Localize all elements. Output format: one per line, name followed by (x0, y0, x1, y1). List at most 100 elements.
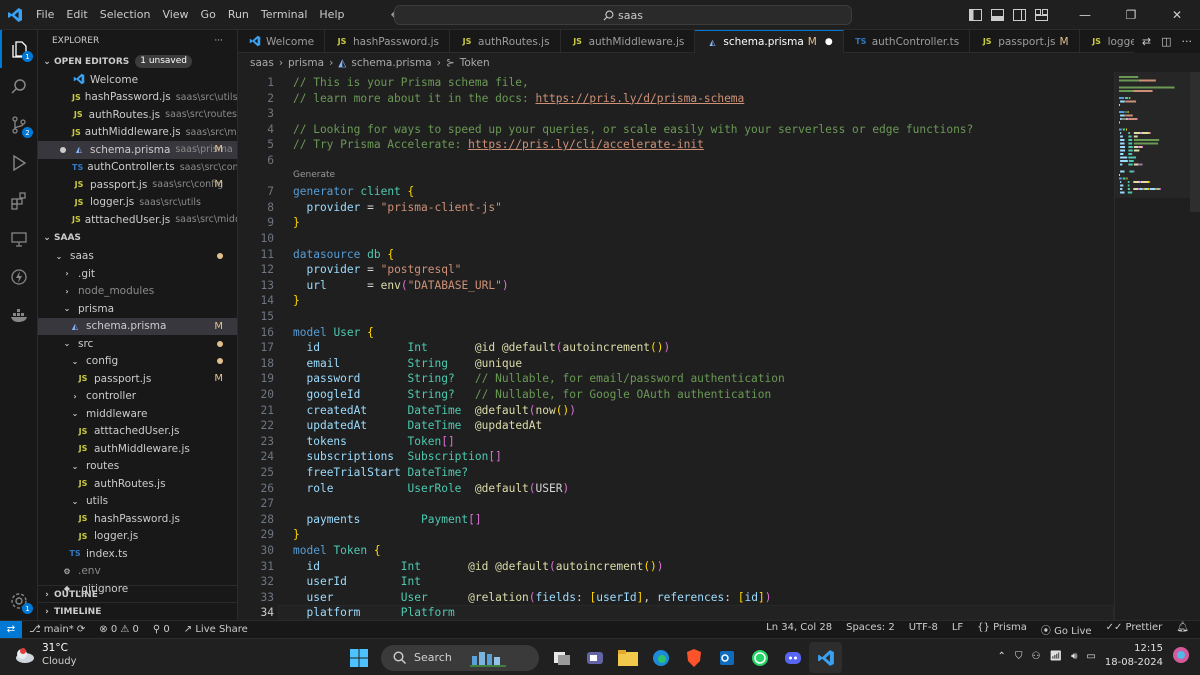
open-editor-item[interactable]: JSauthMiddleware.js saas\src\midd... (38, 124, 237, 142)
live-share-button[interactable]: ↗ Live Share (177, 624, 255, 635)
open-editors-section[interactable]: ⌄ OPEN EDITORS 1 unsaved (38, 52, 237, 71)
extensions-icon[interactable] (0, 182, 38, 220)
encoding[interactable]: UTF-8 (902, 622, 945, 637)
folder-item[interactable]: ⌄ routes (38, 458, 237, 476)
open-editor-item[interactable]: ◭ schema.prisma saas\prisma M (38, 141, 237, 159)
timeline-section[interactable]: › TIMELINE (38, 602, 237, 620)
teams-meet-icon[interactable] (578, 642, 611, 673)
problems-indicator[interactable]: ⊗ 0 ⚠ 0 (92, 624, 146, 635)
more-actions-icon[interactable]: ··· (214, 36, 223, 46)
menu-item-view[interactable]: View (156, 0, 194, 30)
open-editor-item[interactable]: JS logger.js saas\src\utils (38, 194, 237, 212)
restore-icon[interactable]: ❐ (1108, 0, 1154, 30)
split-editor-icon[interactable]: ◫ (1161, 35, 1171, 48)
git-branch[interactable]: ⎇ main* ⟳ (22, 624, 92, 635)
compare-icon[interactable]: ⇄ (1142, 35, 1151, 48)
file-item[interactable]: TS index.ts (38, 545, 237, 563)
tab-hashpassword-js[interactable]: JS hashPassword.js (325, 30, 451, 53)
file-item[interactable]: JS authMiddleware.js (38, 440, 237, 458)
menu-item-go[interactable]: Go (195, 0, 222, 30)
wifi-icon[interactable]: 📶︎ (1049, 651, 1062, 662)
notifications-bell-icon[interactable]: 🔔︎ (1169, 622, 1196, 637)
menu-item-terminal[interactable]: Terminal (255, 0, 314, 30)
breadcrumb-item[interactable]: schema.prisma (351, 57, 431, 69)
indentation[interactable]: Spaces: 2 (839, 622, 902, 637)
folder-item[interactable]: ⌄ saas (38, 248, 237, 266)
tab-authroutes-js[interactable]: JS authRoutes.js (450, 30, 561, 53)
go-live-button[interactable]: ⦿ Go Live (1034, 622, 1099, 637)
file-item[interactable]: ◭ schema.prisma M (38, 317, 237, 335)
minimize-icon[interactable]: — (1062, 0, 1108, 30)
prettier-button[interactable]: ✓✓ Prettier (1099, 622, 1170, 637)
unsaved-dot-icon[interactable]: ● (825, 37, 833, 47)
minimap[interactable] (1114, 72, 1200, 620)
clock[interactable]: 12:15 18-08-2024 (1105, 642, 1163, 670)
discord-icon[interactable] (776, 642, 809, 673)
folder-item[interactable]: ⌄ prisma (38, 300, 237, 318)
folder-item[interactable]: › controller (38, 388, 237, 406)
edge-browser-icon[interactable] (644, 642, 677, 673)
toggle-secondary-sidebar-icon[interactable] (1008, 0, 1030, 30)
language-icon[interactable]: ⚇ (1031, 651, 1040, 662)
toggle-panel-icon[interactable] (986, 0, 1008, 30)
open-editor-item[interactable]: JS passport.js saas\src\config M (38, 176, 237, 194)
windows-start-icon[interactable] (342, 642, 375, 673)
thunder-client-icon[interactable] (0, 258, 38, 296)
settings-gear-icon[interactable]: 1 (0, 582, 38, 620)
folder-item[interactable]: › .git (38, 265, 237, 283)
file-item[interactable]: JS hashPassword.js (38, 510, 237, 528)
brave-browser-icon[interactable] (677, 642, 710, 673)
menu-item-run[interactable]: Run (222, 0, 255, 30)
file-item[interactable]: JS passport.js M (38, 370, 237, 388)
breadcrumb-item[interactable]: prisma (288, 57, 324, 69)
notification-center-icon[interactable] (1172, 646, 1190, 667)
cursor-position[interactable]: Ln 34, Col 28 (759, 622, 839, 637)
folder-item[interactable]: › node_modules (38, 283, 237, 301)
toggle-sidebar-icon[interactable] (964, 0, 986, 30)
open-editor-item[interactable]: Welcome (38, 71, 237, 89)
outlook-icon[interactable] (710, 642, 743, 673)
ports-indicator[interactable]: ⚲ 0 (146, 624, 177, 635)
breadcrumb-item[interactable]: saas (250, 57, 274, 69)
vscode-taskbar-icon[interactable] (809, 642, 842, 673)
folder-item[interactable]: ⌄ utils (38, 493, 237, 511)
run-debug-icon[interactable] (0, 144, 38, 182)
menu-item-edit[interactable]: Edit (60, 0, 93, 30)
more-actions-icon[interactable]: ··· (1182, 35, 1193, 48)
remote-indicator-icon[interactable]: ⇄ (0, 620, 22, 639)
folder-item[interactable]: ⌄ config (38, 353, 237, 371)
folder-item[interactable]: ⌄ src (38, 335, 237, 353)
file-explorer-icon[interactable] (611, 642, 644, 673)
taskbar-search[interactable]: Search (381, 644, 539, 671)
breadcrumb-item[interactable]: Token (460, 57, 490, 69)
file-item[interactable]: JS logger.js (38, 528, 237, 546)
project-section[interactable]: ⌄ SAAS (38, 229, 237, 248)
tab-authcontroller-ts[interactable]: TS authController.ts (844, 30, 971, 53)
close-icon[interactable]: ✕ (1154, 0, 1200, 30)
end-of-line[interactable]: LF (945, 622, 970, 637)
source-control-icon[interactable]: 2 (0, 106, 38, 144)
tab-passport-js[interactable]: JS passport.js M (970, 30, 1080, 53)
language-mode[interactable]: {} Prisma (970, 622, 1034, 637)
whatsapp-icon[interactable] (743, 642, 776, 673)
command-center-search[interactable]: saas (394, 5, 852, 25)
open-editor-item[interactable]: JS authRoutes.js saas\src\routes (38, 106, 237, 124)
codelens-generate[interactable]: Generate (293, 170, 335, 180)
code-editor[interactable]: 1 // This is your Prisma schema file, 2 // … (238, 72, 1114, 620)
menu-item-help[interactable]: Help (313, 0, 350, 30)
scrollbar-thumb[interactable] (1190, 72, 1200, 212)
vpn-icon[interactable]: ⛉ (1015, 651, 1023, 662)
weather-widget[interactable]: 31°C Cloudy (14, 642, 76, 668)
remote-explorer-icon[interactable] (0, 220, 38, 258)
tab-welcome[interactable]: Welcome (238, 30, 326, 53)
battery-icon[interactable]: ▭ (1086, 651, 1095, 662)
file-item[interactable]: JS authRoutes.js (38, 475, 237, 493)
open-editor-item[interactable]: JSatttachedUser.js saas\src\middle... (38, 211, 237, 229)
folder-item[interactable]: ⌄ middleware (38, 405, 237, 423)
file-item[interactable]: JS atttachedUser.js (38, 423, 237, 441)
tab-schema-prisma[interactable]: ◭ schema.prisma M ● (695, 30, 844, 53)
chevron-up-icon[interactable]: ⌃ (998, 651, 1006, 662)
file-item[interactable]: ⚙ .env (38, 563, 237, 581)
explorer-icon[interactable]: 1 (0, 30, 38, 68)
search-view-icon[interactable] (0, 68, 38, 106)
